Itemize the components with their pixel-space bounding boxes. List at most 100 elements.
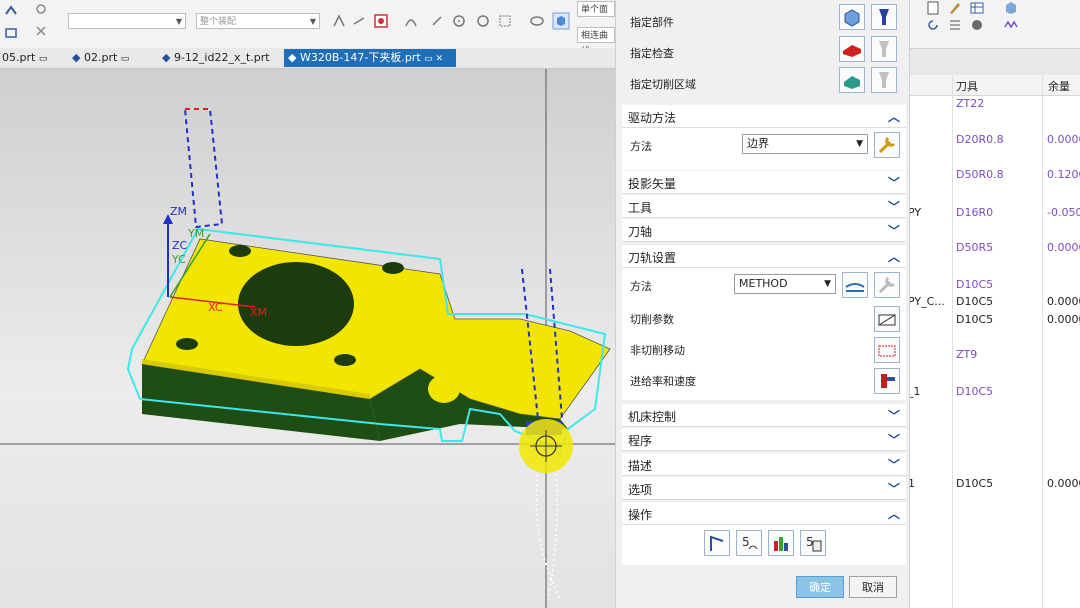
generate-icon[interactable] [704, 530, 730, 556]
graphics-viewport[interactable]: ZM ZC YM YC XC XM [0, 69, 615, 608]
section-actions[interactable]: 操作 ︿ [622, 502, 906, 525]
specify-check-button[interactable] [839, 36, 865, 62]
verify-icon[interactable] [768, 530, 794, 556]
cancel-button[interactable]: 取消 [849, 576, 897, 598]
list-output-icon[interactable]: 5 [800, 530, 826, 556]
chevron-up-icon[interactable]: ︿ [888, 108, 900, 125]
wave-icon[interactable] [1004, 18, 1018, 32]
table-row[interactable]: D50R0.8 0.1200 [908, 168, 1080, 184]
tab-9-12-prt[interactable]: ◆ 9-12_id22_x_t.prt [158, 49, 282, 67]
method-create-icon[interactable] [842, 272, 868, 298]
tab-close-icon[interactable]: ▭ [39, 54, 48, 64]
chevron-down-icon[interactable]: ﹀ [888, 222, 900, 239]
list-icon[interactable] [948, 18, 962, 32]
snap-mid-icon[interactable] [352, 14, 366, 28]
feeds-speeds-button[interactable] [874, 368, 900, 394]
row-name-cell: PY_C... [908, 295, 945, 308]
refresh-icon[interactable] [926, 18, 940, 32]
part-icon: ◆ [288, 51, 297, 64]
path-method-select[interactable]: METHOD ▼ [734, 274, 836, 294]
box-icon[interactable] [1004, 1, 1018, 15]
point-on-face-icon[interactable] [476, 14, 490, 28]
replay-icon[interactable]: 5 [736, 530, 762, 556]
chevron-up-icon[interactable]: ︿ [888, 248, 900, 265]
tab-w320b-prt[interactable]: ◆ W320B-147-下夹板.prt ▭ ✕ [284, 49, 456, 67]
header-stock[interactable]: 余量 [1048, 78, 1070, 94]
type-filter-select[interactable]: ▼ [68, 13, 186, 29]
chevron-down-icon[interactable]: ﹀ [888, 407, 900, 424]
row-stock-cell: 0.0000 [1047, 477, 1080, 490]
section-drive-method[interactable]: 驱动方法 ︿ [622, 105, 906, 128]
part-icon: ◆ [162, 51, 171, 64]
table-row[interactable]: D50R5 0.0000 [908, 241, 1080, 257]
axis-label-zc: ZC [172, 239, 188, 252]
view-icon[interactable] [530, 14, 544, 28]
select-connected-curves[interactable]: 相连曲线 [577, 27, 615, 57]
drive-method-select[interactable]: 边界 ▼ [742, 134, 868, 154]
table-row[interactable]: ZT9 [908, 348, 1080, 364]
section-tool-axis[interactable]: 刀轴 ﹀ [622, 219, 906, 242]
wrench-gray-icon[interactable] [874, 272, 900, 298]
snap-point-icon[interactable] [332, 14, 346, 28]
flashlight-gray-icon[interactable] [871, 67, 897, 93]
axis-label-ym: YM [188, 227, 205, 240]
doc-icon[interactable] [926, 1, 940, 15]
nav-arrow-icon[interactable] [4, 4, 18, 18]
snap-icon[interactable] [34, 2, 48, 16]
section-projection-vector[interactable]: 投影矢量 ﹀ [622, 171, 906, 194]
shaded-cube-icon[interactable] [552, 12, 570, 30]
circle-center-icon[interactable] [452, 14, 466, 28]
table-row[interactable]: 1D10C50.0000 [908, 477, 1080, 493]
table-row[interactable]: D10C5 0.0000 [908, 313, 1080, 329]
table-row[interactable]: D10C5 [908, 278, 1080, 294]
ok-button[interactable]: 确定 [796, 576, 844, 598]
specify-cut-area-button[interactable] [839, 67, 865, 93]
axis-label-zm: ZM [170, 205, 188, 218]
row-tool-cell: D50R0.8 [956, 168, 1004, 181]
table-row[interactable]: ZT22 [908, 97, 1080, 113]
specify-part-button[interactable] [839, 4, 865, 30]
section-path-settings[interactable]: 刀轨设置 ︿ [622, 245, 906, 268]
section-program[interactable]: 程序 ﹀ [622, 428, 906, 451]
tab-close-icon[interactable]: ▭ ✕ [424, 54, 443, 64]
chevron-down-icon[interactable]: ﹀ [888, 431, 900, 448]
table-row[interactable]: PY D16R0 -0.050 [908, 206, 1080, 222]
cut-params-button[interactable] [874, 306, 900, 332]
chevron-up-icon[interactable]: ︿ [888, 505, 900, 522]
tab-close-icon[interactable]: ▭ [121, 54, 130, 64]
tab-05-prt[interactable]: 05.prt ▭ [0, 49, 58, 67]
chevron-down-icon[interactable]: ﹀ [888, 174, 900, 191]
flashlight-gray-icon[interactable] [871, 36, 897, 62]
part-icon: ◆ [72, 51, 81, 64]
select-tool-icon[interactable] [4, 26, 18, 40]
chevron-down-icon[interactable]: ﹀ [888, 456, 900, 473]
pick-icon[interactable] [34, 24, 48, 38]
header-tool[interactable]: 刀具 [956, 78, 978, 94]
flashlight-icon[interactable] [871, 4, 897, 30]
tab-02-prt[interactable]: ◆ 02.prt ▭ [68, 49, 144, 67]
chevron-down-icon[interactable]: ﹀ [888, 198, 900, 215]
section-tool[interactable]: 工具 ﹀ [622, 195, 906, 218]
table-icon[interactable] [970, 1, 984, 15]
row-tool-cell: ZT9 [956, 348, 978, 361]
row-tool-cell: D10C5 [956, 278, 994, 291]
edit-icon[interactable] [948, 1, 962, 15]
section-machine-control[interactable]: 机床控制 ﹀ [622, 404, 906, 427]
section-options[interactable]: 选项 ﹀ [622, 477, 906, 500]
specify-cut-area-label: 指定切削区域 [630, 78, 696, 91]
model-canvas[interactable] [0, 69, 615, 608]
table-row[interactable]: D20R0.8 0.0000 [908, 133, 1080, 149]
curve-snap-icon[interactable] [404, 14, 418, 28]
select-single-face[interactable]: 单个面 [577, 1, 615, 17]
filter-red-icon[interactable] [374, 14, 388, 28]
paint-icon[interactable] [970, 18, 984, 32]
wrench-edit-icon[interactable] [874, 132, 900, 158]
table-row[interactable]: PY_C... D10C5 0.0000 [908, 295, 1080, 311]
chevron-down-icon[interactable]: ﹀ [888, 480, 900, 497]
assembly-scope-select[interactable]: 整个装配 ▼ [196, 13, 320, 29]
table-row[interactable]: _1 D10C5 [908, 385, 1080, 401]
arc-center-icon[interactable] [430, 14, 444, 28]
section-description[interactable]: 描述 ﹀ [622, 453, 906, 476]
non-cut-moves-button[interactable] [874, 337, 900, 363]
box-select-icon[interactable] [498, 14, 512, 28]
